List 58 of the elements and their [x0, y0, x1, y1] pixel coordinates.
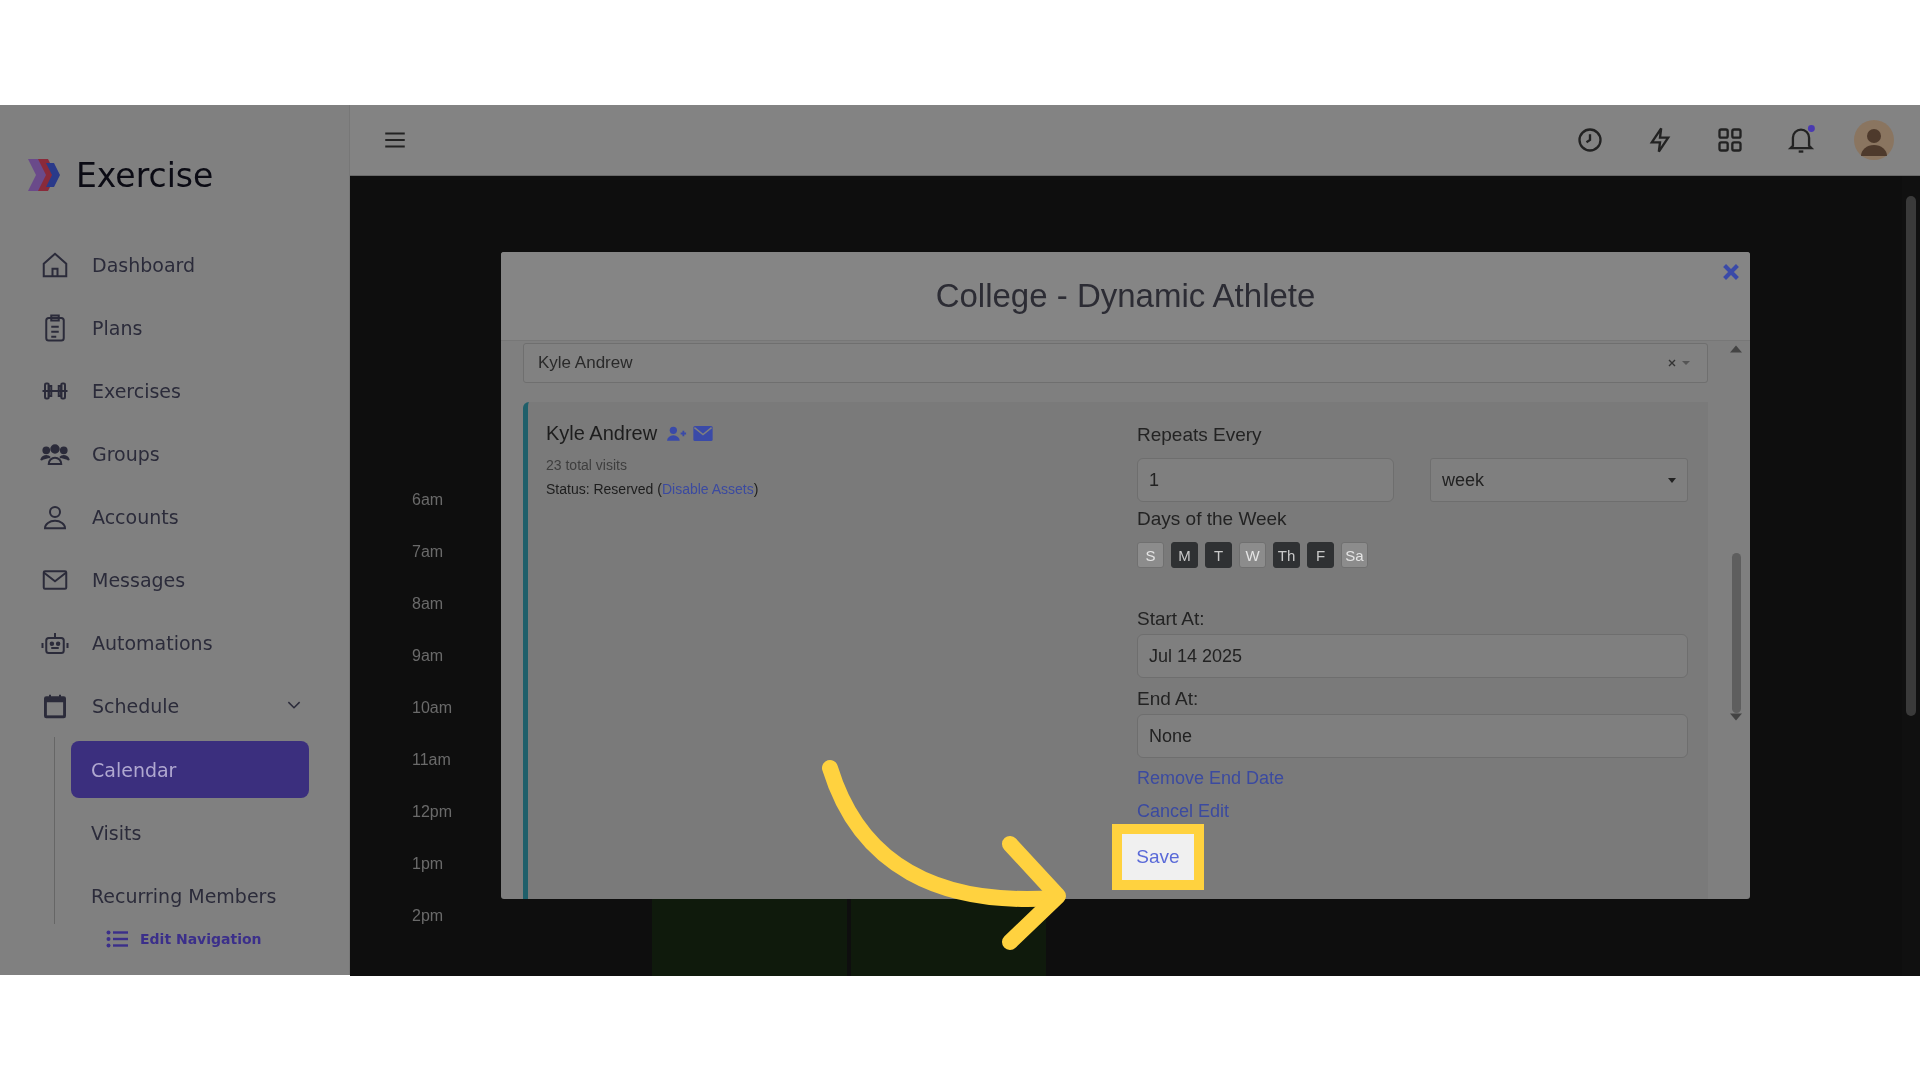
edit-navigation-link[interactable]: Edit Navigation: [106, 930, 349, 948]
clock-icon[interactable]: [1576, 126, 1604, 154]
sidebar-item[interactable]: Exercises: [0, 359, 349, 422]
day-toggle[interactable]: F: [1307, 542, 1334, 568]
modal-title: College - Dynamic Athlete: [935, 277, 1316, 315]
day-toggle[interactable]: M: [1171, 542, 1198, 568]
repeat-count-field[interactable]: 1: [1137, 458, 1394, 502]
day-toggle[interactable]: S: [1137, 542, 1164, 568]
member-name: Kyle Andrew: [546, 422, 658, 445]
status-text: Status: Reserved (Disable Assets): [546, 481, 760, 497]
day-toggle[interactable]: Th: [1273, 542, 1300, 568]
start-date-field[interactable]: Jul 14 2025: [1137, 634, 1688, 678]
day-toggle[interactable]: W: [1239, 542, 1266, 568]
scroll-up-icon[interactable]: [1730, 345, 1742, 353]
sidebar-item[interactable]: Schedule: [0, 674, 349, 737]
time-label: 8am: [412, 595, 445, 614]
cancel-edit-link[interactable]: Cancel Edit: [1137, 801, 1230, 822]
brand-name: Exercise: [76, 155, 214, 195]
sidebar-item[interactable]: Dashboard: [0, 233, 349, 296]
repeat-unit-dropdown[interactable]: week: [1430, 458, 1688, 502]
sidebar-subitem[interactable]: Recurring Members: [71, 867, 309, 924]
field-label: Repeats Every: [1137, 424, 1263, 446]
field-label: End At:: [1137, 688, 1200, 710]
time-label: 1pm: [412, 855, 445, 874]
clear-caret-icon: [1667, 358, 1693, 368]
disable-assets-link[interactable]: Disable Assets: [661, 481, 754, 497]
mail-icon[interactable]: [693, 426, 714, 441]
time-label: 10am: [412, 699, 454, 718]
sidebar-subitem[interactable]: Visits: [71, 804, 309, 861]
field-label: Days of the Week: [1137, 508, 1288, 530]
close-icon[interactable]: [1722, 263, 1740, 281]
day-toggle[interactable]: Sa: [1341, 542, 1368, 568]
sidebar-item[interactable]: Automations: [0, 611, 349, 674]
sidebar-item[interactable]: Plans: [0, 296, 349, 359]
sidebar-item[interactable]: Messages: [0, 548, 349, 611]
save-button[interactable]: Save: [1112, 824, 1204, 890]
time-label: 2pm: [412, 907, 445, 926]
time-label: 11am: [412, 751, 452, 770]
time-label: 6am: [412, 491, 445, 510]
list-icon: [106, 930, 128, 948]
sidebar-item[interactable]: Groups: [0, 422, 349, 485]
avatar[interactable]: [1854, 120, 1894, 160]
sidebar-subitem[interactable]: Calendar: [71, 741, 309, 798]
time-label: 12pm: [412, 803, 454, 822]
bell-icon[interactable]: [1786, 125, 1816, 155]
scroll-thumb[interactable]: [1731, 553, 1741, 713]
add-person-icon[interactable]: [667, 426, 688, 441]
caret-icon: [1668, 477, 1676, 483]
field-label: Start At:: [1137, 608, 1206, 630]
grid-icon[interactable]: [1716, 126, 1744, 154]
member-select[interactable]: Kyle Andrew: [523, 343, 1708, 383]
end-date-field[interactable]: None: [1137, 714, 1688, 758]
day-toggle[interactable]: T: [1205, 542, 1232, 568]
visit-count: 23 total visits: [546, 457, 628, 473]
time-label: 9am: [412, 647, 445, 666]
remove-end-date-link[interactable]: Remove End Date: [1137, 768, 1285, 789]
sidebar-item[interactable]: Accounts: [0, 485, 349, 548]
time-label: 7am: [412, 543, 445, 562]
